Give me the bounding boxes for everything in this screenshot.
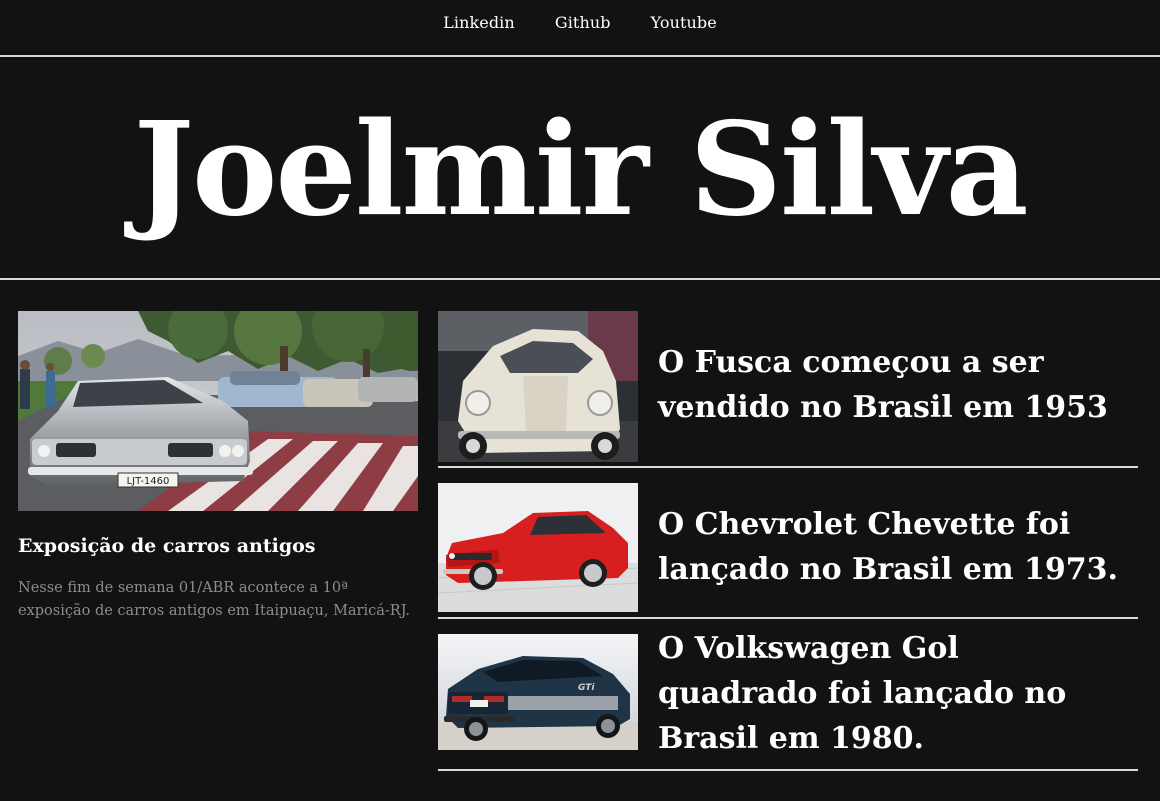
story-image-fusca[interactable] [438,311,638,462]
story-card-fusca[interactable]: O Fusca começou a ser vendido no Brasil … [438,311,1138,468]
featured-title[interactable]: Exposição de carros antigos [18,533,418,559]
story-headline-chevette[interactable]: O Chevrolet Chevette foi lançado no Bras… [658,502,1128,592]
story-image-gol[interactable]: GTi [438,634,638,750]
featured-description: Nesse fim de semana 01/ABR acontece a 10… [18,580,411,619]
nav-link-github[interactable]: Github [555,13,611,32]
gti-badge: GTi [578,683,595,693]
nav-link-linkedin[interactable]: Linkedin [443,13,515,32]
story-card-gol[interactable]: GTi O Volkswagen Gol quadrado foi lançad… [438,631,1138,771]
story-image-chevette[interactable] [438,483,638,612]
story-headline-fusca[interactable]: O Fusca começou a ser vendido no Brasil … [658,340,1128,430]
hero-banner: Joelmir Silva [0,58,1160,280]
story-card-chevette[interactable]: O Chevrolet Chevette foi lançado no Bras… [438,483,1138,619]
featured-image[interactable]: LJT-1460 [18,311,418,511]
featured-article[interactable]: LJT-1460 Exposição de carros antigos Nes… [18,311,418,623]
top-nav: Linkedin Github Youtube [0,0,1160,57]
site-title: Joelmir Silva [133,95,1028,245]
story-headline-gol[interactable]: O Volkswagen Gol quadrado foi lançado no… [658,626,1128,761]
nav-link-youtube[interactable]: Youtube [651,13,717,32]
plate-text: LJT-1460 [127,476,170,487]
